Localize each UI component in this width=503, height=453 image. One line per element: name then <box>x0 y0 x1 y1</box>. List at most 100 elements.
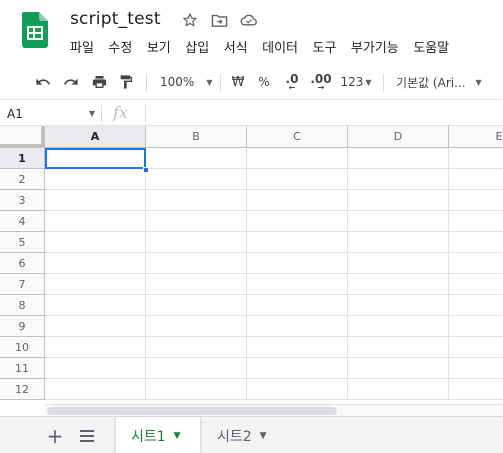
cell[interactable] <box>45 190 146 211</box>
cell[interactable] <box>146 274 247 295</box>
column-header[interactable]: B <box>146 126 247 148</box>
cell[interactable] <box>247 274 348 295</box>
cell[interactable] <box>348 148 449 169</box>
cell[interactable] <box>146 232 247 253</box>
cell[interactable] <box>45 358 146 379</box>
cell[interactable] <box>449 190 503 211</box>
move-to-folder-icon[interactable] <box>210 11 228 29</box>
cell[interactable] <box>449 379 503 400</box>
cell[interactable] <box>45 274 146 295</box>
cell[interactable] <box>348 295 449 316</box>
menu-edit[interactable]: 수정 <box>108 37 132 56</box>
cell[interactable] <box>247 358 348 379</box>
sheets-logo-icon[interactable] <box>22 12 48 48</box>
cell[interactable] <box>146 148 247 169</box>
document-title[interactable]: script_test <box>70 9 161 29</box>
cell[interactable] <box>146 211 247 232</box>
cell[interactable] <box>146 295 247 316</box>
cell[interactable] <box>449 169 503 190</box>
cell[interactable] <box>449 337 503 358</box>
menu-tools[interactable]: 도구 <box>313 37 337 56</box>
add-sheet-button[interactable]: + <box>42 417 68 453</box>
column-header[interactable]: A <box>45 126 146 148</box>
cell[interactable] <box>348 253 449 274</box>
cell[interactable] <box>348 358 449 379</box>
cell[interactable] <box>449 295 503 316</box>
formula-input[interactable] <box>150 101 500 126</box>
redo-icon[interactable] <box>58 64 84 100</box>
print-icon[interactable] <box>86 64 112 100</box>
cell[interactable] <box>146 190 247 211</box>
cell[interactable] <box>348 379 449 400</box>
cell[interactable] <box>449 148 503 169</box>
row-header[interactable]: 5 <box>0 232 45 253</box>
percent-format-button[interactable]: % <box>253 64 275 100</box>
cloud-status-icon[interactable] <box>240 11 258 29</box>
spreadsheet-grid[interactable]: A B C D E 1 2 3 4 5 6 7 8 9 10 11 12 <box>0 126 503 404</box>
cell[interactable] <box>247 253 348 274</box>
cell[interactable] <box>45 169 146 190</box>
menu-addons[interactable]: 부가기능 <box>351 37 399 56</box>
increase-decimal-button[interactable]: .00 → <box>307 64 335 100</box>
cell[interactable] <box>247 148 348 169</box>
row-header[interactable]: 3 <box>0 190 45 211</box>
cell[interactable] <box>45 379 146 400</box>
cell[interactable] <box>348 316 449 337</box>
cell[interactable] <box>247 169 348 190</box>
cell[interactable] <box>449 232 503 253</box>
cell[interactable] <box>449 316 503 337</box>
row-header[interactable]: 4 <box>0 211 45 232</box>
cell[interactable] <box>45 232 146 253</box>
column-header[interactable]: E <box>449 126 503 148</box>
all-sheets-button[interactable] <box>74 417 100 453</box>
cell[interactable] <box>348 232 449 253</box>
cell[interactable] <box>146 253 247 274</box>
cell[interactable] <box>449 211 503 232</box>
cell[interactable] <box>146 358 247 379</box>
cell[interactable] <box>247 295 348 316</box>
row-header[interactable]: 12 <box>0 379 45 400</box>
cell[interactable] <box>247 190 348 211</box>
cell[interactable] <box>247 232 348 253</box>
row-header[interactable]: 10 <box>0 337 45 358</box>
cell[interactable] <box>45 148 146 169</box>
cell[interactable] <box>247 379 348 400</box>
row-header[interactable]: 9 <box>0 316 45 337</box>
menu-data[interactable]: 데이터 <box>262 37 298 56</box>
row-header[interactable]: 11 <box>0 358 45 379</box>
more-formats-button[interactable]: 123 ▼ <box>338 64 374 100</box>
cell[interactable] <box>348 190 449 211</box>
row-header[interactable]: 6 <box>0 253 45 274</box>
cell[interactable] <box>449 274 503 295</box>
select-all-corner[interactable] <box>0 126 45 148</box>
sheet-tab-1[interactable]: 시트1 ▼ <box>116 417 200 453</box>
cell[interactable] <box>146 316 247 337</box>
row-header[interactable]: 2 <box>0 169 45 190</box>
cell[interactable] <box>449 358 503 379</box>
chevron-down-icon[interactable]: ▼ <box>260 431 267 441</box>
cell[interactable] <box>146 169 247 190</box>
star-icon[interactable] <box>181 11 199 29</box>
horizontal-scrollbar[interactable] <box>45 404 503 416</box>
menu-format[interactable]: 서식 <box>224 37 248 56</box>
cell[interactable] <box>146 337 247 358</box>
menu-help[interactable]: 도움말 <box>413 37 449 56</box>
column-header[interactable]: D <box>348 126 449 148</box>
menu-file[interactable]: 파일 <box>70 37 94 56</box>
cell[interactable] <box>348 274 449 295</box>
cell[interactable] <box>348 169 449 190</box>
undo-icon[interactable] <box>30 64 56 100</box>
menu-view[interactable]: 보기 <box>147 37 171 56</box>
sheet-tab-2[interactable]: 시트2 ▼ <box>202 417 286 453</box>
scrollbar-thumb[interactable] <box>47 407 337 415</box>
currency-format-button[interactable]: ₩ <box>227 64 249 100</box>
cell[interactable] <box>247 211 348 232</box>
fill-handle[interactable] <box>143 167 149 173</box>
cell[interactable] <box>45 253 146 274</box>
cell[interactable] <box>247 337 348 358</box>
cell[interactable] <box>45 211 146 232</box>
row-header[interactable]: 8 <box>0 295 45 316</box>
cell[interactable] <box>348 337 449 358</box>
cell[interactable] <box>247 316 348 337</box>
cell[interactable] <box>45 316 146 337</box>
